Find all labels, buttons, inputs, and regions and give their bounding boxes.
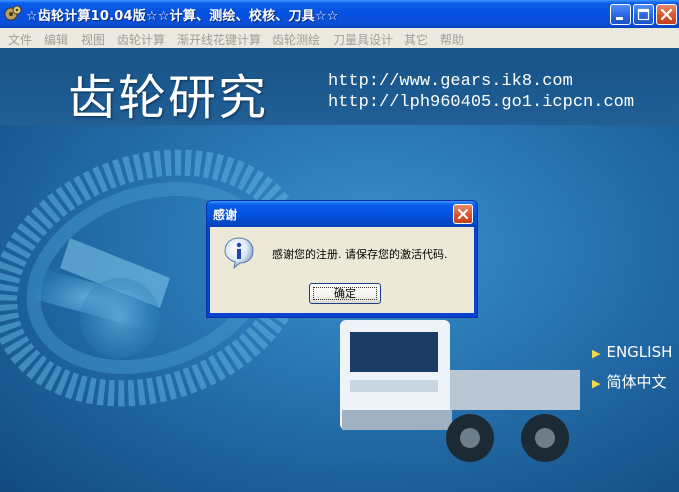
maximize-icon [637,8,650,21]
banner: 齿轮研究 http://www.gears.ik8.com http://lph… [0,48,679,126]
arrow-icon: ▶ [592,347,601,360]
menu-help[interactable]: 帮助 [440,31,464,48]
menu-bar: 文件 编辑 视图 齿轮计算 渐开线花键计算 齿轮测绘 刀量具设计 其它 帮助 [0,28,679,49]
info-icon [224,237,254,269]
menu-tool-design[interactable]: 刀量具设计 [333,31,393,48]
language-label: ENGLISH [606,343,673,361]
menu-spline-calc[interactable]: 渐开线花键计算 [177,31,261,48]
thanks-dialog: 感谢 感谢您的注册. 请保存您的激活代码. 确定 [206,200,478,318]
dialog-title: 感谢 [213,208,238,222]
language-link-english[interactable]: ▶ ENGLISH [592,343,672,361]
language-label: 简体中文 [606,373,667,391]
minimize-button[interactable] [610,4,631,25]
gear-app-icon[interactable] [4,5,22,23]
menu-gear-calc[interactable]: 齿轮计算 [117,31,165,48]
truck-illustration [340,320,580,462]
menu-view[interactable]: 视图 [81,31,105,48]
menu-other[interactable]: 其它 [404,31,428,48]
banner-title: 齿轮研究 [68,70,269,126]
dialog-title-bar[interactable]: 感谢 [207,201,477,227]
title-bar[interactable]: ☆齿轮计算10.04版☆☆计算、测绘、校核、刀具☆☆ [0,0,679,28]
window-title: ☆齿轮计算10.04版☆☆计算、测绘、校核、刀具☆☆ [26,9,339,24]
close-icon [660,8,673,21]
website-url-1: http://www.gears.ik8.com [328,72,573,91]
arrow-icon: ▶ [592,377,601,390]
language-link-chinese[interactable]: ▶ 简体中文 [592,371,666,392]
menu-file[interactable]: 文件 [8,31,32,48]
website-url-2: http://lph960405.go1.icpcn.com [328,93,635,112]
menu-edit[interactable]: 编辑 [44,31,68,48]
dialog-close-button[interactable] [453,204,473,224]
menu-gear-survey[interactable]: 齿轮测绘 [272,31,320,48]
ok-button[interactable]: 确定 [309,283,381,304]
dialog-body: 感谢您的注册. 请保存您的激活代码. 确定 [210,227,474,313]
maximize-button[interactable] [633,4,654,25]
minimize-icon [616,17,623,20]
app-window: ☆齿轮计算10.04版☆☆计算、测绘、校核、刀具☆☆ 文件 编辑 视图 齿轮计算… [0,0,679,492]
close-button[interactable] [656,4,677,25]
dialog-message: 感谢您的注册. 请保存您的激活代码. [272,248,448,261]
close-icon [457,208,469,220]
